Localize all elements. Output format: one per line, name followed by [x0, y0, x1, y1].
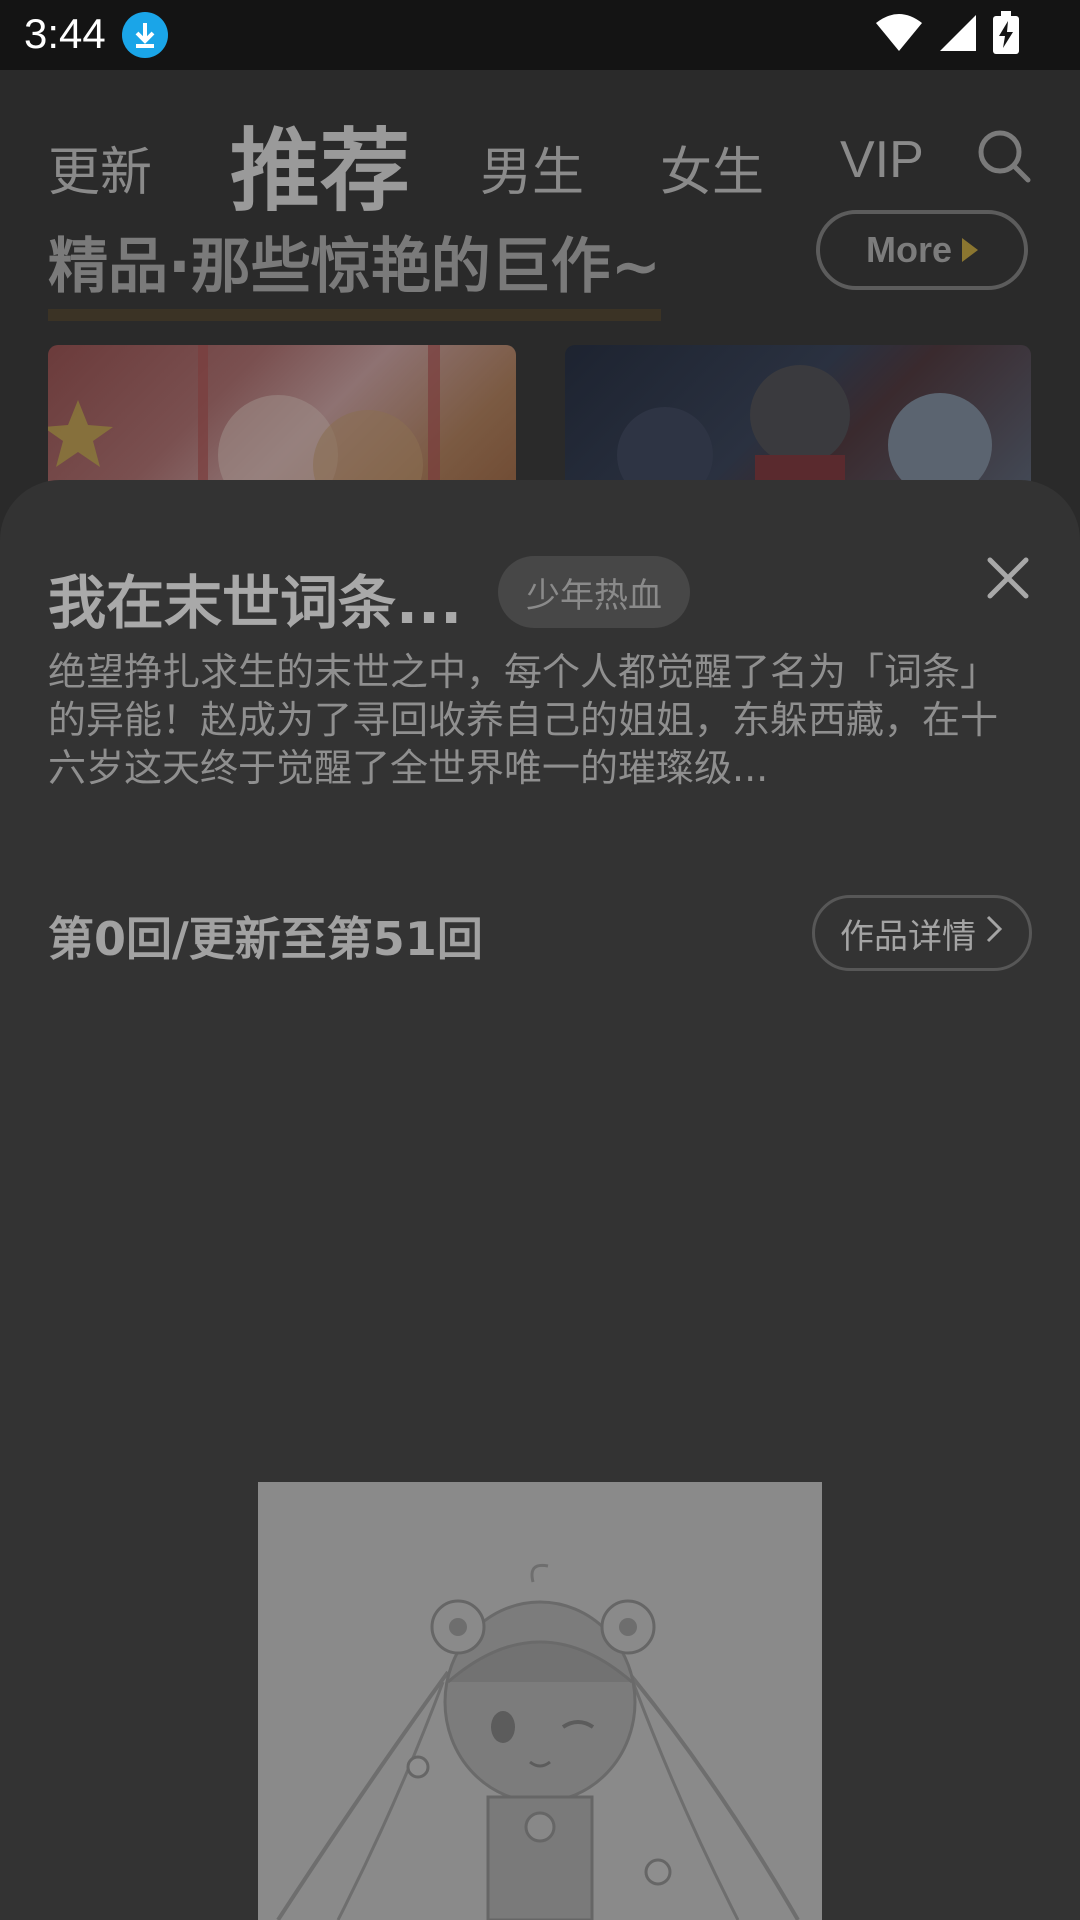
- status-icons: [874, 11, 1020, 59]
- more-label: More: [865, 229, 952, 270]
- comic-title: 我在末世词条...: [48, 569, 463, 637]
- search-icon[interactable]: [976, 128, 1032, 184]
- tab-recommend[interactable]: 推荐: [230, 98, 410, 228]
- more-button[interactable]: More: [816, 210, 1028, 290]
- top-tab-bar: 更新 推荐 男生 女生 VIP: [0, 70, 1080, 224]
- chevron-right-icon: [984, 913, 1004, 953]
- tab-update[interactable]: 更新: [48, 130, 152, 205]
- screen: 更新 推荐 男生 女生 VIP 精品·那些惊艳的巨作~ More 3:44 我在…: [0, 0, 1080, 1920]
- status-bar: 3:44: [0, 0, 1080, 70]
- work-detail-label: 作品详情: [840, 916, 976, 957]
- section-title: 精品·那些惊艳的巨作~: [48, 218, 662, 321]
- genre-badge: 少年热血: [498, 556, 690, 628]
- battery-charging-icon: [992, 11, 1020, 59]
- signal-icon: [938, 13, 978, 57]
- episode-info: 第0回/更新至第51回: [48, 912, 483, 966]
- comic-description: 绝望挣扎求生的末世之中，每个人都觉醒了名为「词条」的异能！赵成为了寻回收养自己的…: [48, 650, 999, 790]
- tab-male[interactable]: 男生: [480, 130, 584, 205]
- work-detail-button[interactable]: 作品详情: [812, 895, 1032, 971]
- tab-vip[interactable]: VIP: [840, 130, 924, 190]
- close-icon[interactable]: [982, 552, 1034, 604]
- tab-female[interactable]: 女生: [660, 130, 764, 205]
- status-time: 3:44: [24, 10, 106, 57]
- play-arrow-icon: [962, 238, 978, 262]
- wifi-icon: [874, 13, 924, 57]
- download-icon: [122, 12, 168, 58]
- mascot-illustration: [258, 1482, 822, 1920]
